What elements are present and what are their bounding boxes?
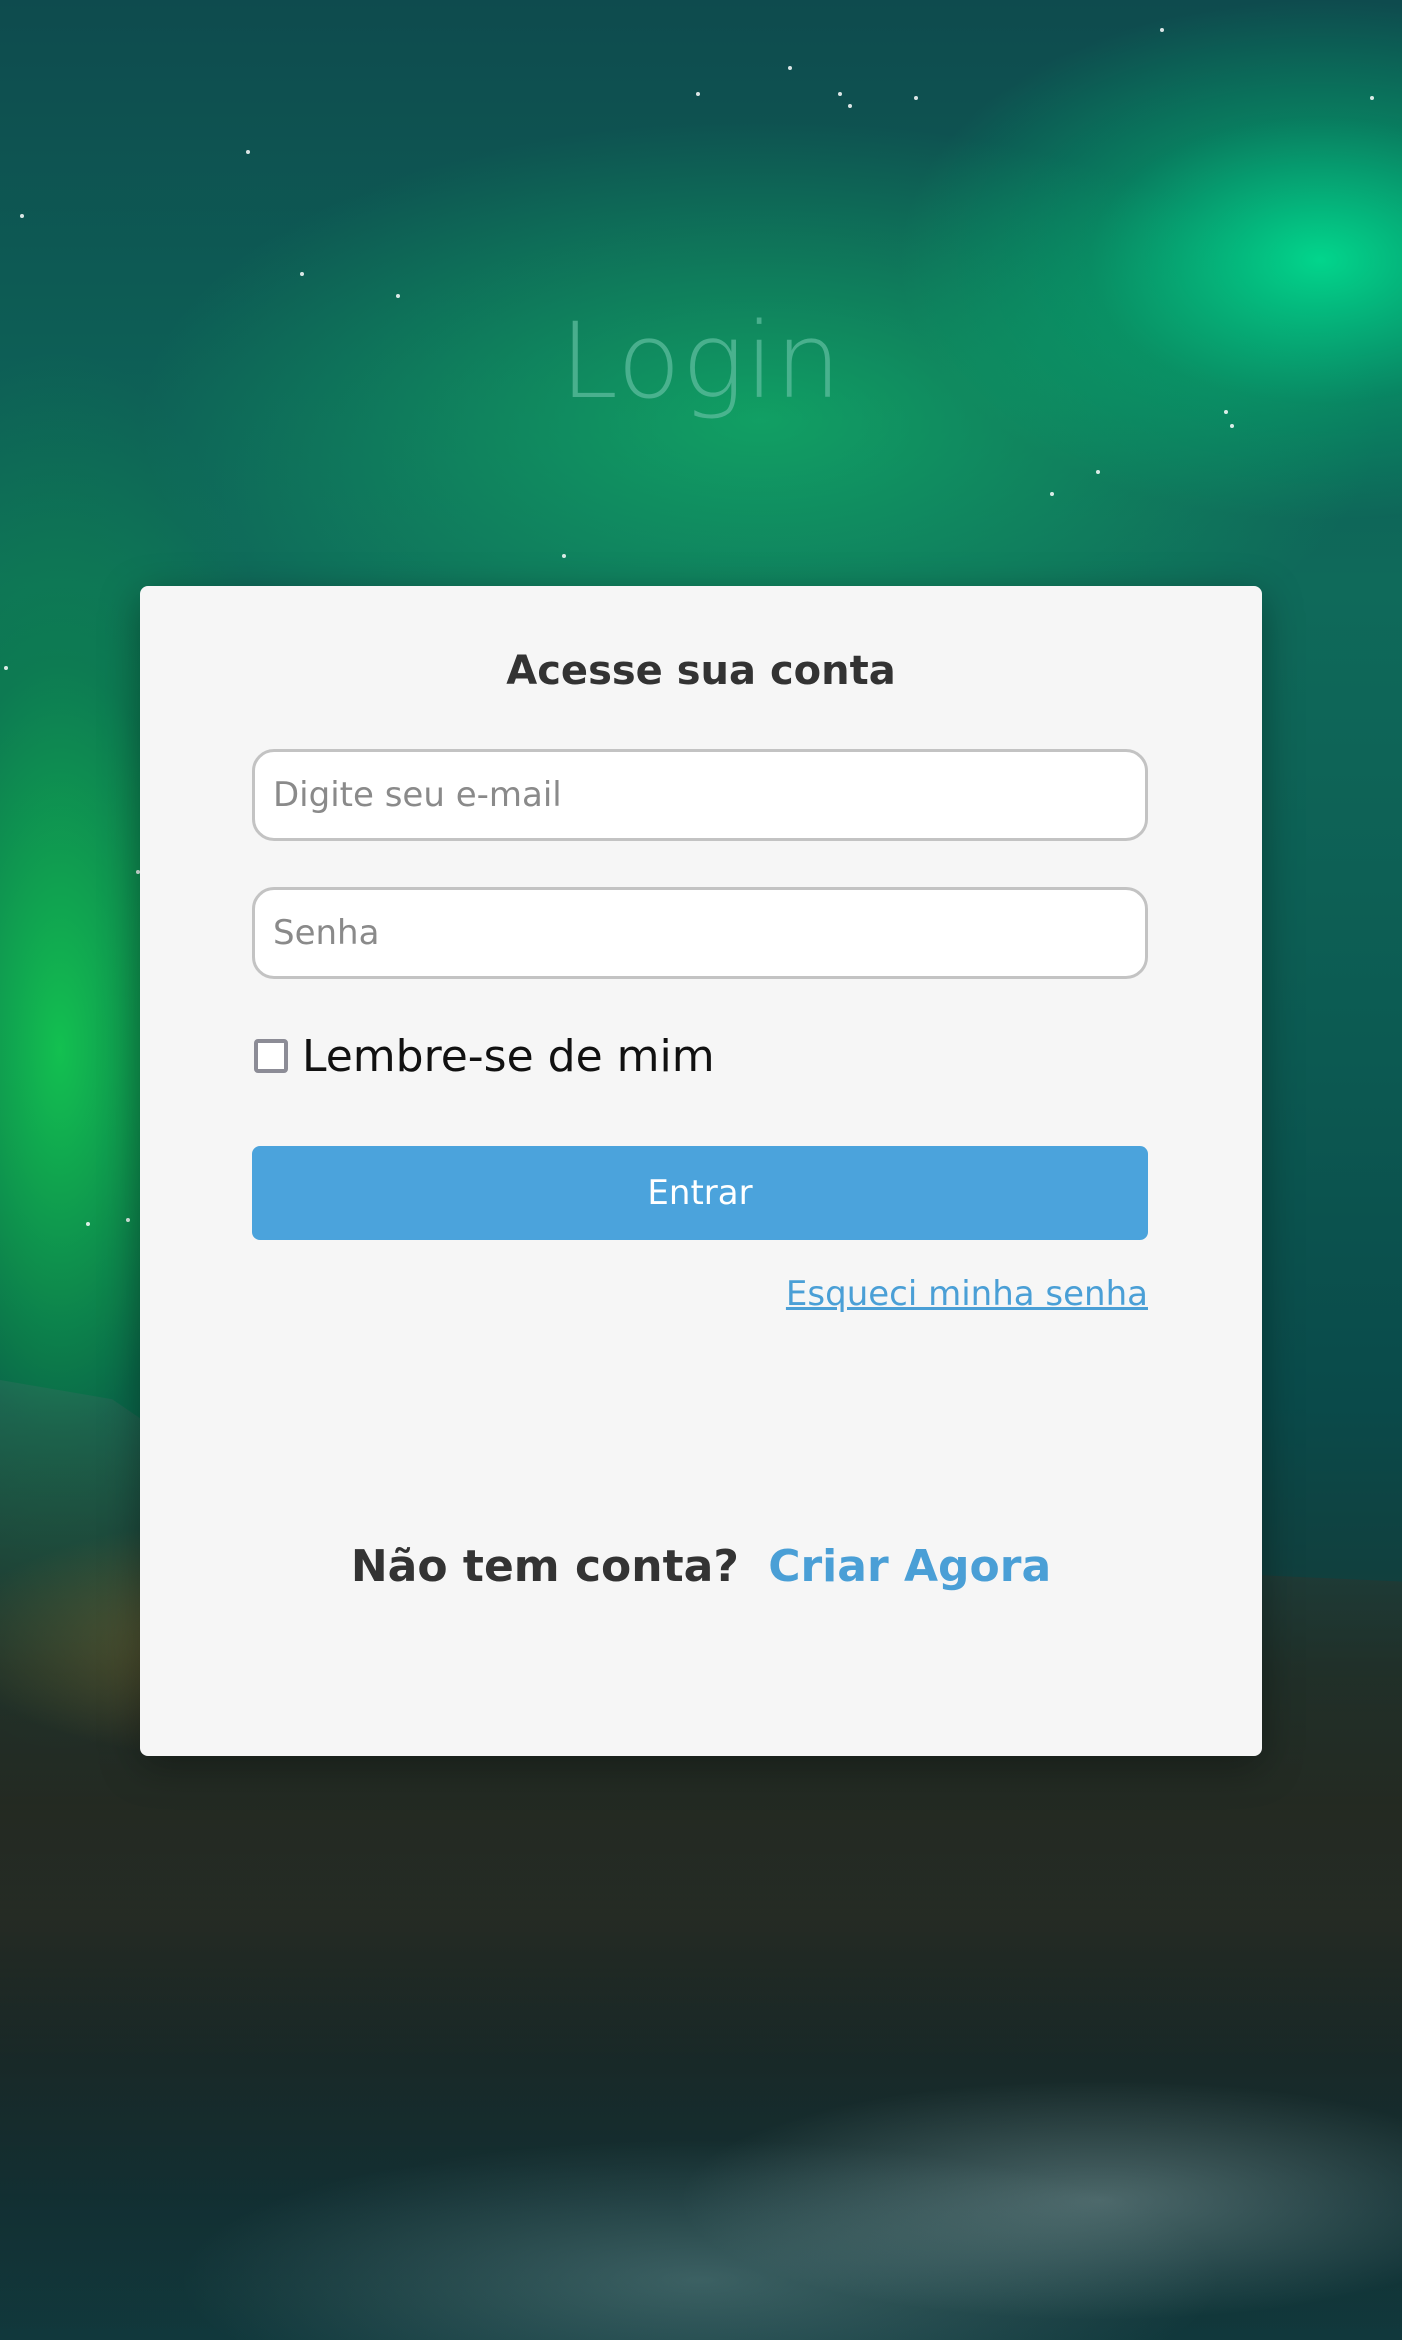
create-account-link[interactable]: Criar Agora bbox=[768, 1541, 1051, 1592]
signup-question: Não tem conta? bbox=[350, 1541, 739, 1592]
login-card: Acesse sua conta Lembre-se de mim Entrar… bbox=[140, 586, 1262, 1756]
remember-me-label[interactable]: Lembre-se de mim bbox=[302, 1031, 715, 1082]
remember-me-row[interactable]: Lembre-se de mim bbox=[252, 1026, 715, 1086]
password-input[interactable] bbox=[252, 887, 1148, 979]
card-title: Acesse sua conta bbox=[506, 648, 896, 694]
forgot-password-link[interactable]: Esqueci minha senha bbox=[786, 1274, 1148, 1314]
login-button[interactable]: Entrar bbox=[252, 1146, 1148, 1240]
email-input[interactable] bbox=[252, 749, 1148, 841]
remember-me-checkbox[interactable] bbox=[254, 1039, 288, 1073]
signup-row: Não tem conta? Criar Agora bbox=[140, 1541, 1262, 1592]
page-heading: Login bbox=[560, 300, 842, 422]
